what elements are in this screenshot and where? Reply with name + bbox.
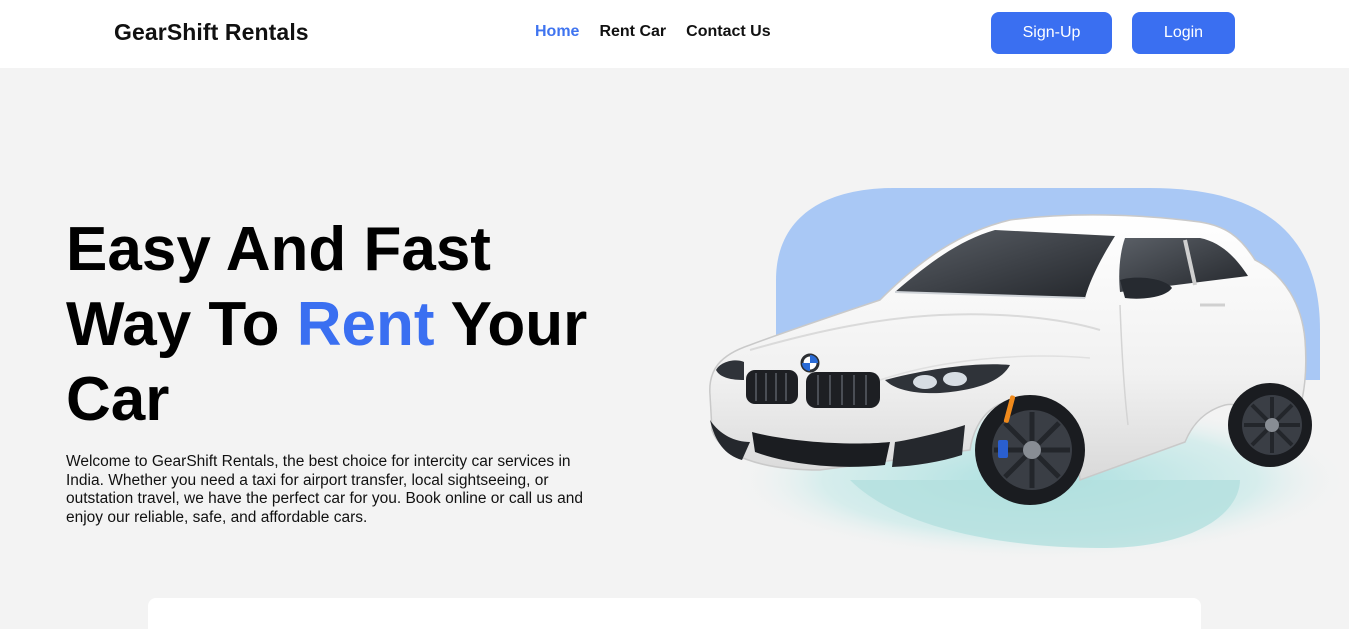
nav-link-contact-us[interactable]: Contact Us: [686, 23, 770, 41]
brand-logo[interactable]: GearShift Rentals: [114, 19, 309, 46]
hero-description: Welcome to GearShift Rentals, the best c…: [66, 453, 583, 526]
hero-title-accent: Rent: [296, 290, 435, 359]
hero-title-line2-pre: Way To: [66, 290, 297, 359]
car-rear-wheel: [1228, 383, 1312, 467]
nav-link-home[interactable]: Home: [535, 23, 579, 41]
navbar: GearShift Rentals Home Rent Car Contact …: [0, 0, 1349, 68]
car-grille-left: [746, 370, 798, 404]
main-nav: Home Rent Car Contact Us: [535, 23, 791, 41]
hero-car-illustration: [680, 180, 1349, 560]
hero-title-line2-post: Your: [434, 290, 588, 359]
hero-title: Easy And Fast Way To Rent Your Car: [66, 212, 666, 437]
hero-title-line1: Easy And Fast: [66, 215, 491, 284]
car-image: [709, 188, 1349, 560]
booking-card: [148, 598, 1201, 629]
signup-button[interactable]: Sign-Up: [991, 12, 1112, 54]
hero-title-line3: Car: [66, 365, 170, 434]
login-button[interactable]: Login: [1132, 12, 1235, 54]
nav-link-rent-car[interactable]: Rent Car: [599, 23, 666, 41]
car-front-wheel: [975, 395, 1085, 505]
